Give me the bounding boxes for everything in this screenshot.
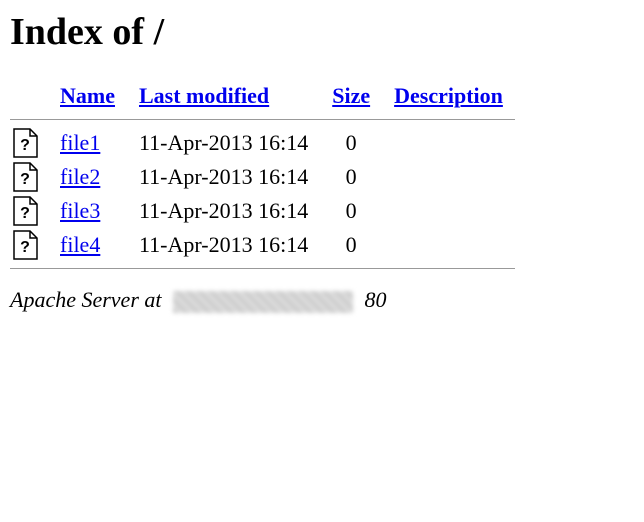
table-row: ? file4 11-Apr-2013 16:140	[10, 228, 515, 262]
file-description-cell	[382, 126, 515, 160]
footer-suffix: 80	[359, 287, 387, 312]
file-link[interactable]: file3	[60, 198, 100, 223]
unknown-file-icon: ?	[10, 126, 48, 160]
file-link[interactable]: file1	[60, 130, 100, 155]
file-description-cell	[382, 228, 515, 262]
directory-listing-table: Name Last modified Size Description ? fil…	[10, 79, 515, 275]
divider	[10, 119, 515, 120]
file-link[interactable]: file2	[60, 164, 100, 189]
svg-text:?: ?	[20, 205, 30, 222]
file-name-cell: file1	[48, 126, 127, 160]
column-header-name: Name	[48, 79, 127, 113]
file-modified-cell: 11-Apr-2013 16:14	[127, 160, 320, 194]
divider	[10, 268, 515, 269]
redacted-hostname	[173, 291, 353, 313]
file-size-cell: 0	[320, 228, 382, 262]
column-header-modified: Last modified	[127, 79, 320, 113]
footer-prefix: Apache Server at	[10, 287, 167, 312]
sort-name-link[interactable]: Name	[60, 83, 115, 108]
page-title: Index of /	[10, 10, 634, 54]
file-modified-cell: 11-Apr-2013 16:14	[127, 126, 320, 160]
unknown-file-icon: ?	[10, 194, 48, 228]
server-footer: Apache Server at 80	[10, 287, 634, 313]
file-modified-cell: 11-Apr-2013 16:14	[127, 228, 320, 262]
file-description-cell	[382, 160, 515, 194]
unknown-file-icon: ?	[10, 228, 48, 262]
table-row: ? file3 11-Apr-2013 16:140	[10, 194, 515, 228]
file-size-cell: 0	[320, 160, 382, 194]
column-header-description: Description	[382, 79, 515, 113]
sort-description-link[interactable]: Description	[394, 83, 503, 108]
sort-modified-link[interactable]: Last modified	[139, 83, 269, 108]
file-description-cell	[382, 194, 515, 228]
svg-text:?: ?	[20, 239, 30, 256]
column-header-icon	[10, 79, 48, 113]
file-size-cell: 0	[320, 194, 382, 228]
file-name-cell: file4	[48, 228, 127, 262]
column-header-size: Size	[320, 79, 382, 113]
table-row: ? file2 11-Apr-2013 16:140	[10, 160, 515, 194]
file-name-cell: file2	[48, 160, 127, 194]
unknown-file-icon: ?	[10, 160, 48, 194]
file-size-cell: 0	[320, 126, 382, 160]
file-link[interactable]: file4	[60, 232, 100, 257]
file-modified-cell: 11-Apr-2013 16:14	[127, 194, 320, 228]
sort-size-link[interactable]: Size	[332, 83, 370, 108]
svg-text:?: ?	[20, 137, 30, 154]
file-name-cell: file3	[48, 194, 127, 228]
svg-text:?: ?	[20, 171, 30, 188]
table-row: ? file1 11-Apr-2013 16:140	[10, 126, 515, 160]
